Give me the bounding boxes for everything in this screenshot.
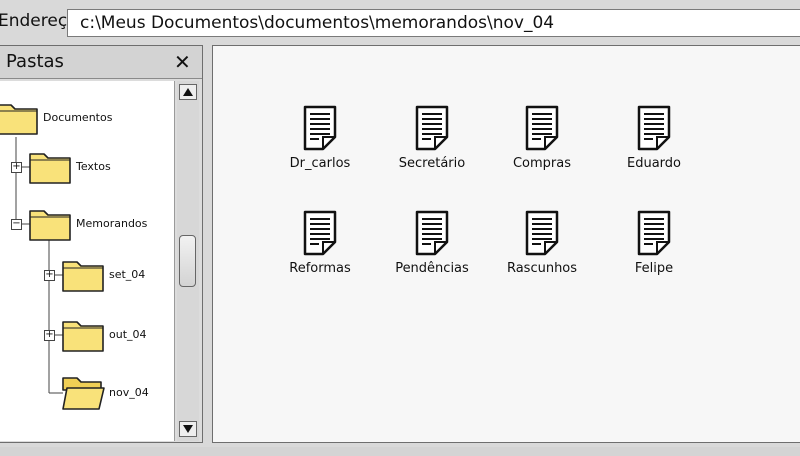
bottom-strip xyxy=(0,447,800,456)
expand-toggle[interactable]: + xyxy=(11,162,22,173)
tree-item-out-04[interactable]: out_04 xyxy=(61,316,147,353)
scroll-thumb[interactable] xyxy=(179,235,196,287)
file-view: Dr_carlos Secretário Compras Eduardo Ref… xyxy=(212,45,800,443)
folder-pane: Pastas ✕ Documentos + Textos − Memorando… xyxy=(0,45,203,443)
address-input[interactable]: c:\Meus Documentos\documentos\memorandos… xyxy=(67,9,800,37)
folder-pane-header: Pastas ✕ xyxy=(0,46,202,79)
document-icon xyxy=(637,105,671,151)
document-icon xyxy=(525,105,559,151)
document-icon xyxy=(303,210,337,256)
tree-item-label: Memorandos xyxy=(76,217,148,230)
document-icon xyxy=(415,105,449,151)
file-label: Dr_carlos xyxy=(289,156,351,171)
arrow-up-icon xyxy=(183,88,193,96)
scroll-down-button[interactable] xyxy=(179,421,197,437)
tree-item-label: Textos xyxy=(76,160,111,173)
file-label: Rascunhos xyxy=(506,261,578,276)
scroll-up-button[interactable] xyxy=(179,84,197,100)
file-item-secretario[interactable]: Secretário xyxy=(377,105,487,171)
file-label: Reformas xyxy=(289,261,351,276)
folder-tree: Documentos + Textos − Memorandos + set_0… xyxy=(0,81,175,441)
address-label: Endereço xyxy=(0,11,78,31)
document-icon xyxy=(415,210,449,256)
folder-icon xyxy=(62,321,104,352)
tree-item-label: out_04 xyxy=(109,328,147,341)
file-label: Eduardo xyxy=(627,156,681,171)
expand-toggle[interactable]: + xyxy=(44,270,55,281)
tree-item-set-04[interactable]: set_04 xyxy=(61,256,145,293)
tree-item-label: Documentos xyxy=(43,111,113,124)
tree-item-label: set_04 xyxy=(109,268,146,281)
folder-icon xyxy=(0,104,38,135)
file-item-dr-carlos[interactable]: Dr_carlos xyxy=(265,105,375,171)
file-item-reformas[interactable]: Reformas xyxy=(265,210,375,276)
file-item-eduardo[interactable]: Eduardo xyxy=(599,105,709,171)
file-label: Compras xyxy=(512,156,572,171)
tree-item-memorandos[interactable]: Memorandos xyxy=(28,205,147,242)
expand-toggle[interactable]: + xyxy=(44,330,55,341)
file-item-pendencias[interactable]: Pendências xyxy=(377,210,487,276)
file-label: Secretário xyxy=(398,156,466,171)
close-icon[interactable]: ✕ xyxy=(174,50,191,74)
folder-icon xyxy=(29,210,71,241)
tree-item-nov-04[interactable]: nov_04 xyxy=(61,374,149,411)
tree-item-label: nov_04 xyxy=(109,386,149,399)
arrow-down-icon xyxy=(183,425,193,433)
document-icon xyxy=(303,105,337,151)
file-item-compras[interactable]: Compras xyxy=(487,105,597,171)
folder-tree-scrollbar[interactable] xyxy=(177,81,199,441)
file-label: Felipe xyxy=(634,261,674,276)
file-item-rascunhos[interactable]: Rascunhos xyxy=(487,210,597,276)
tree-item-textos[interactable]: Textos xyxy=(28,148,111,185)
document-icon xyxy=(525,210,559,256)
folder-icon xyxy=(62,261,104,292)
open-folder-icon xyxy=(62,377,105,410)
file-label: Pendências xyxy=(395,261,469,276)
folder-icon xyxy=(29,153,71,184)
collapse-toggle[interactable]: − xyxy=(11,219,22,230)
folder-pane-title: Pastas xyxy=(6,51,64,72)
tree-item-documentos[interactable]: Documentos xyxy=(0,99,112,136)
file-item-felipe[interactable]: Felipe xyxy=(599,210,709,276)
document-icon xyxy=(637,210,671,256)
